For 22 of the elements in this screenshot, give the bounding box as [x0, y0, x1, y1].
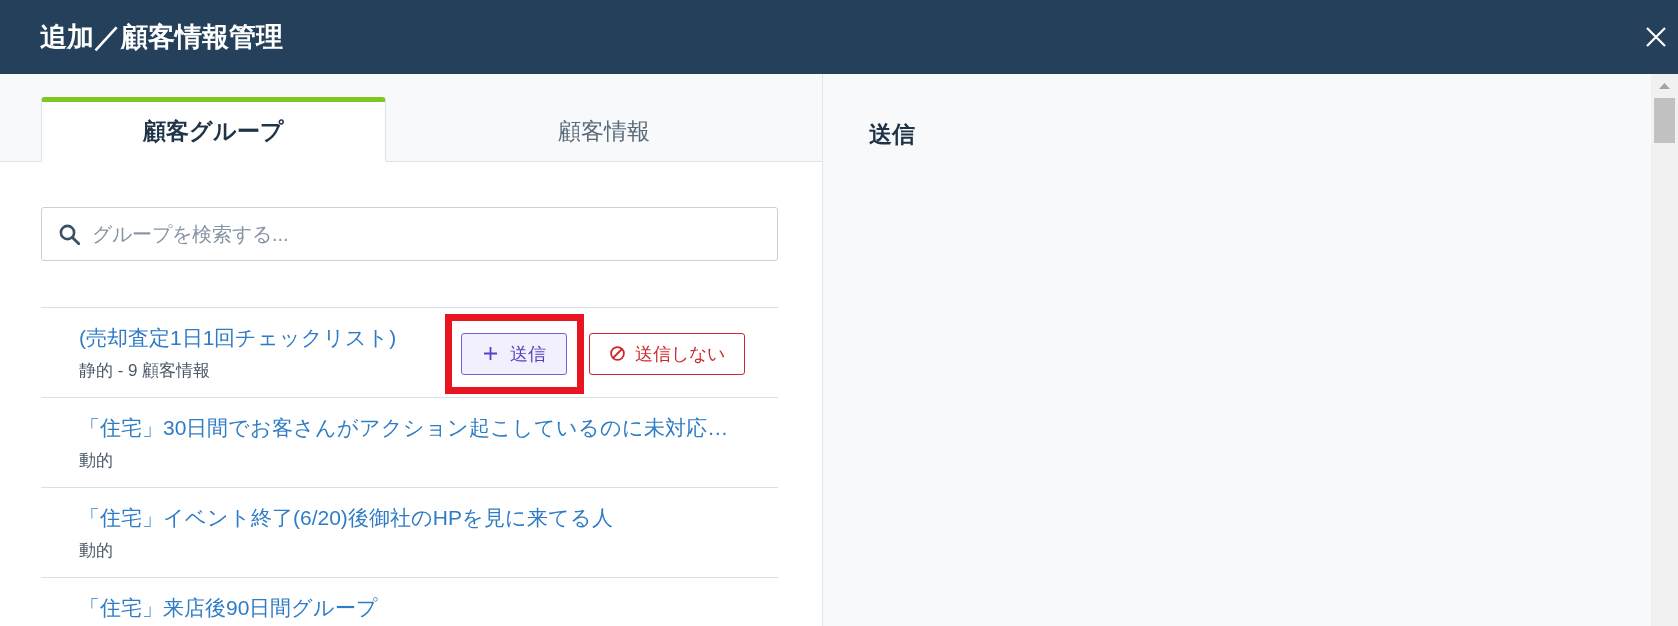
do-not-send-button[interactable]: 送信しない: [589, 332, 745, 375]
close-icon: [1646, 27, 1666, 47]
prohibited-icon: [610, 346, 625, 361]
plus-icon: [484, 347, 497, 360]
scroll-up-arrow-icon: [1659, 83, 1670, 89]
tab[interactable]: 顧客情報: [386, 97, 822, 162]
scrollbar-thumb[interactable]: [1654, 98, 1675, 143]
send-button[interactable]: 送信: [461, 332, 567, 375]
group-meta: 動的: [79, 540, 113, 562]
group-link[interactable]: 「住宅」30日間でお客さんがアクション起こしているのに未対応…: [79, 415, 729, 441]
modal-title: 追加／顧客情報管理: [40, 21, 283, 54]
group-link[interactable]: 「住宅」来店後90日間グループ: [79, 595, 379, 621]
send-panel-title: 送信: [869, 120, 915, 148]
search-icon: [59, 224, 80, 245]
group-meta: 動的: [79, 450, 113, 472]
scrollbar[interactable]: [1651, 74, 1678, 626]
group-meta: 静的 - 9 顧客情報: [79, 360, 211, 382]
close-button[interactable]: [1646, 27, 1666, 47]
search-field[interactable]: グループを検索する...: [41, 207, 778, 261]
group-link[interactable]: 「住宅」イベント終了(6/20)後御社のHPを見に来てる人: [79, 505, 614, 531]
group-link[interactable]: (売却査定1日1回チェックリスト): [79, 325, 397, 351]
tab[interactable]: 顧客グループ: [41, 97, 386, 162]
